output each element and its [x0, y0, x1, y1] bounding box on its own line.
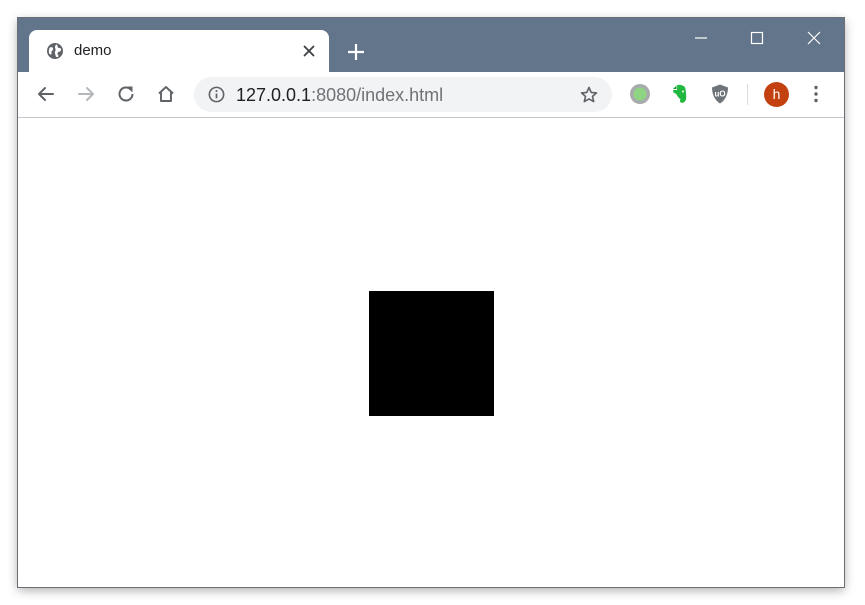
url-text[interactable]: 127.0.0.1:8080/index.html — [236, 85, 443, 105]
plus-icon[interactable] — [344, 40, 368, 64]
home-icon[interactable] — [154, 82, 178, 106]
profile-initial: h — [772, 86, 781, 102]
tab-title: demo — [74, 42, 112, 59]
reload-icon[interactable] — [114, 82, 138, 106]
ublock-icon[interactable]: uO — [708, 82, 732, 106]
maximize-icon — [750, 31, 764, 45]
close-icon[interactable] — [299, 41, 319, 61]
maximize-button[interactable] — [729, 18, 785, 56]
active-tab[interactable]: demo — [29, 30, 329, 72]
info-icon[interactable] — [207, 85, 226, 104]
url-path: :8080/index.html — [311, 85, 444, 105]
toolbar-separator — [747, 84, 748, 105]
arrow-right-icon[interactable] — [74, 82, 98, 106]
address-bar[interactable]: 127.0.0.1:8080/index.html — [194, 77, 612, 112]
title-bar: demo — [18, 18, 844, 72]
close-icon — [807, 31, 821, 45]
toolbar: 127.0.0.1:8080/index.html uO h — [18, 72, 844, 118]
profile-avatar[interactable]: h — [764, 82, 789, 107]
arrow-left-icon[interactable] — [34, 82, 58, 106]
minimize-icon — [695, 37, 707, 39]
close-window-button[interactable] — [786, 18, 842, 56]
globe-icon — [47, 43, 63, 59]
url-host: 127.0.0.1 — [236, 85, 312, 105]
star-icon[interactable] — [579, 85, 599, 105]
page-viewport — [18, 118, 844, 587]
evernote-icon[interactable] — [668, 82, 692, 106]
vertical-dots-icon[interactable] — [804, 82, 828, 106]
black-square — [369, 291, 494, 416]
svg-text:uO: uO — [714, 90, 725, 99]
circle-extension-icon[interactable] — [628, 82, 652, 106]
browser-window: demo 127.0.0.1:8080/index.html uO h — [18, 18, 844, 587]
minimize-button[interactable] — [673, 18, 729, 56]
